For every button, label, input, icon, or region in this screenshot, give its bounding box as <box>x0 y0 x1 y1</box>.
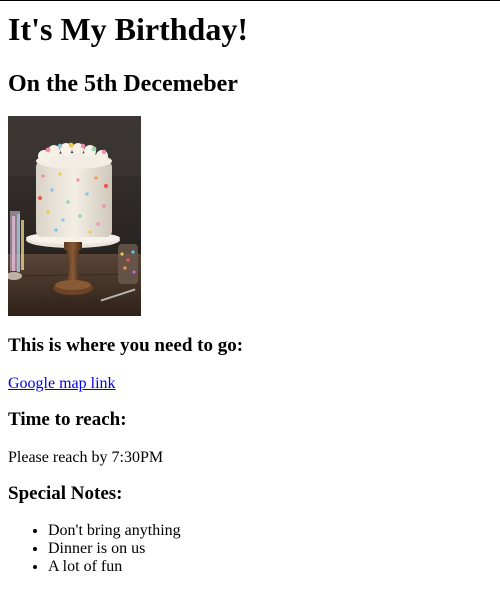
google-map-link[interactable]: Google map link <box>8 375 116 392</box>
notes-list: Don't bring anything Dinner is on us A l… <box>8 522 492 576</box>
birthday-cake-image <box>8 116 141 316</box>
location-heading: This is where you need to go: <box>8 335 244 356</box>
location-paragraph: Google map link <box>8 374 492 393</box>
time-heading: Time to reach: <box>8 409 127 430</box>
page-title: It's My Birthday! <box>8 11 248 47</box>
list-item: A lot of fun <box>48 558 492 576</box>
page-subtitle: On the 5th Decemeber <box>8 71 238 97</box>
list-item: Don't bring anything <box>48 522 492 540</box>
list-item: Dinner is on us <box>48 540 492 558</box>
page: It's My Birthday! On the 5th Decemeber T… <box>0 13 500 576</box>
time-text: Please reach by 7:30PM <box>8 449 164 466</box>
notes-heading: Special Notes: <box>8 483 123 504</box>
